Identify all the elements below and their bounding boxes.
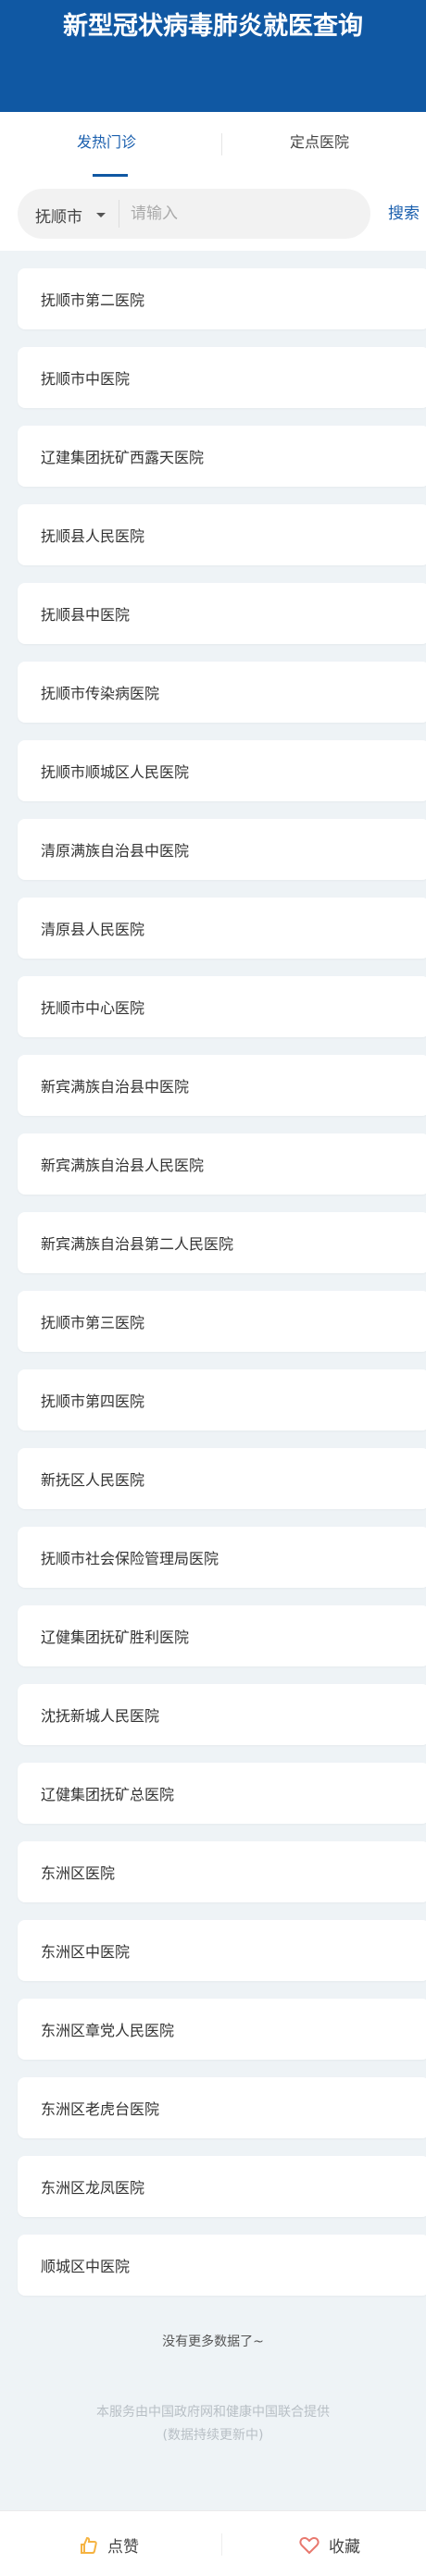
like-label: 点赞 (107, 2538, 139, 2557)
search-button[interactable]: 搜索 (388, 200, 420, 223)
list-end-message: 没有更多数据了~ (162, 2334, 264, 2349)
hospital-name: 抚顺市第三医院 (41, 1314, 145, 1331)
hospital-name: 抚顺市中医院 (41, 370, 131, 388)
hospital-card[interactable]: 新抚区人民医院 (18, 1448, 426, 1509)
hospital-card[interactable]: 新宾满族自治县人民医院 (18, 1133, 426, 1195)
bottom-divider (221, 2533, 222, 2556)
hospital-card[interactable]: 辽健集团抚矿总医院 (18, 1763, 426, 1824)
hospital-name: 东洲区医院 (41, 1864, 116, 1882)
like-button[interactable]: 点赞 (80, 2533, 139, 2557)
hospital-card[interactable]: 辽健集团抚矿胜利医院 (18, 1605, 426, 1666)
hospital-card[interactable]: 东洲区老虎台医院 (18, 2077, 426, 2138)
city-selector[interactable]: 抚顺市 (35, 204, 82, 227)
hospital-name: 抚顺市传染病医院 (41, 685, 160, 702)
search-bar: 抚顺市 (18, 189, 370, 239)
hospital-name: 抚顺县人民医院 (41, 527, 145, 545)
hospital-card[interactable]: 沈抚新城人民医院 (18, 1684, 426, 1745)
heart-icon (299, 2536, 320, 2554)
hospital-card[interactable]: 东洲区医院 (18, 1841, 426, 1902)
page-title: 新型冠状病毒肺炎就医查询 (63, 12, 363, 41)
thumbs-up-icon (81, 2536, 97, 2554)
hospital-name: 抚顺市第二医院 (41, 291, 145, 309)
tab-designated-hospital[interactable]: 定点医院 (213, 130, 426, 152)
hospital-name: 新宾满族自治县第二人民医院 (41, 1235, 234, 1253)
hospital-card[interactable]: 抚顺市第二医院 (18, 268, 426, 329)
hospital-card[interactable]: 抚顺市第三医院 (18, 1291, 426, 1352)
hospital-name: 抚顺县中医院 (41, 606, 131, 624)
hospital-name: 东洲区章党人民医院 (41, 2022, 175, 2039)
hospital-name: 东洲区中医院 (41, 1943, 131, 1961)
hospital-name: 抚顺市社会保险管理局医院 (41, 1550, 219, 1567)
hospital-card[interactable]: 东洲区中医院 (18, 1920, 426, 1981)
hospital-card[interactable]: 抚顺县人民医院 (18, 504, 426, 565)
hospital-name: 沈抚新城人民医院 (41, 1707, 160, 1725)
hospital-card[interactable]: 清原满族自治县中医院 (18, 819, 426, 880)
hospital-card[interactable]: 辽建集团抚矿西露天医院 (18, 426, 426, 487)
tab-divider (221, 133, 222, 155)
hospital-card[interactable]: 抚顺市顺城区人民医院 (18, 740, 426, 801)
hospital-card[interactable]: 抚顺市社会保险管理局医院 (18, 1527, 426, 1588)
hospital-name: 新宾满族自治县中医院 (41, 1078, 190, 1096)
hospital-card[interactable]: 顺城区中医院 (18, 2235, 426, 2296)
favorite-label: 收藏 (329, 2538, 360, 2557)
header: 新型冠状病毒肺炎就医查询 (0, 0, 426, 112)
hospital-name: 抚顺市第四医院 (41, 1393, 145, 1410)
hospital-name: 辽健集团抚矿胜利医院 (41, 1629, 190, 1646)
hospital-name: 清原满族自治县中医院 (41, 842, 190, 860)
favorite-button[interactable]: 收藏 (299, 2533, 360, 2557)
footer-note: 本服务由中国政府网和健康中国联合提供 (数据持续更新中) (0, 2401, 426, 2447)
hospital-card[interactable]: 抚顺市中医院 (18, 347, 426, 408)
active-tab-indicator (93, 174, 128, 177)
hospital-name: 东洲区老虎台医院 (41, 2100, 160, 2118)
hospital-card[interactable]: 抚顺县中医院 (18, 583, 426, 644)
footer-line-2: (数据持续更新中) (162, 2428, 264, 2443)
hospital-card[interactable]: 抚顺市中心医院 (18, 976, 426, 1037)
hospital-card[interactable]: 新宾满族自治县中医院 (18, 1055, 426, 1116)
hospital-card[interactable]: 抚顺市第四医院 (18, 1369, 426, 1430)
footer-line-1: 本服务由中国政府网和健康中国联合提供 (96, 2405, 330, 2420)
hospital-card[interactable]: 抚顺市传染病医院 (18, 662, 426, 723)
search-input[interactable] (131, 200, 353, 228)
hospital-card[interactable]: 清原县人民医院 (18, 898, 426, 959)
hospital-card[interactable]: 新宾满族自治县第二人民医院 (18, 1212, 426, 1273)
hospital-card[interactable]: 东洲区章党人民医院 (18, 1999, 426, 2060)
hospital-name: 抚顺市顺城区人民医院 (41, 763, 190, 781)
hospital-name: 东洲区龙凤医院 (41, 2179, 145, 2197)
tab-fever-clinic[interactable]: 发热门诊 (0, 130, 213, 152)
hospital-name: 抚顺市中心医院 (41, 999, 145, 1017)
hospital-name: 新抚区人民医院 (41, 1471, 145, 1489)
hospital-card[interactable]: 东洲区龙凤医院 (18, 2156, 426, 2217)
hospital-name: 辽建集团抚矿西露天医院 (41, 449, 205, 466)
hospital-name: 清原县人民医院 (41, 921, 145, 938)
bottom-bar: 点赞 收藏 (0, 2510, 426, 2576)
caret-down-icon[interactable] (96, 213, 106, 217)
hospital-name: 新宾满族自治县人民医院 (41, 1157, 205, 1174)
hospital-name: 顺城区中医院 (41, 2258, 131, 2275)
hospital-name: 辽健集团抚矿总医院 (41, 1786, 175, 1803)
